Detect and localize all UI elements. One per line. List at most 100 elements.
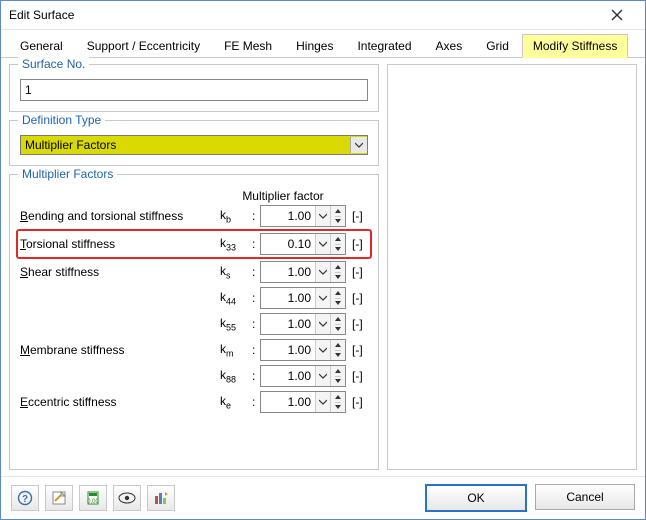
- group-surface-no: Surface No.: [9, 64, 379, 112]
- left-column: Surface No. Definition Type Multiplier F…: [9, 64, 379, 470]
- factor-input[interactable]: 0.10: [260, 233, 346, 255]
- group-legend: Multiplier Factors: [18, 167, 117, 181]
- factor-unit: [-]: [352, 209, 363, 223]
- factor-value: 0.10: [261, 237, 315, 251]
- tab-hinges[interactable]: Hinges: [285, 34, 344, 57]
- anim-button[interactable]: [147, 485, 175, 511]
- factor-unit: [-]: [352, 395, 363, 409]
- chevron-down-icon: [350, 137, 367, 153]
- factor-input[interactable]: 1.00: [260, 261, 346, 283]
- factor-symbol: kb: [220, 208, 252, 224]
- close-icon: [611, 9, 623, 21]
- factor-input[interactable]: 1.00: [260, 287, 346, 309]
- chevron-down-icon[interactable]: [315, 288, 330, 308]
- titlebar: Edit Surface: [1, 1, 645, 30]
- factor-label: Eccentric stiffness: [20, 395, 220, 409]
- chevron-down-icon[interactable]: [315, 234, 330, 254]
- chevron-down-icon[interactable]: [315, 206, 330, 226]
- factor-value: 1.00: [261, 291, 315, 305]
- group-legend: Definition Type: [18, 113, 105, 127]
- tab-grid[interactable]: Grid: [475, 34, 520, 57]
- factor-symbol: k33: [220, 236, 252, 252]
- factor-symbol: k44: [220, 290, 252, 306]
- factor-row: Torsional stiffnessk33:0.10[-]: [16, 229, 372, 259]
- spinner-icon[interactable]: [330, 392, 345, 412]
- definition-type-value: Multiplier Factors: [25, 138, 116, 152]
- chevron-down-icon[interactable]: [315, 262, 330, 282]
- factor-unit: [-]: [352, 291, 363, 305]
- view-button[interactable]: [113, 485, 141, 511]
- factor-input[interactable]: 1.00: [260, 339, 346, 361]
- factor-unit: [-]: [352, 369, 363, 383]
- dialog-window: Edit Surface GeneralSupport / Eccentrici…: [0, 0, 646, 520]
- factor-label: Shear stiffness: [20, 265, 220, 279]
- factor-symbol: ks: [220, 264, 252, 280]
- factor-unit: [-]: [352, 265, 363, 279]
- factor-row: k88:1.00[-]: [20, 363, 368, 389]
- definition-type-select[interactable]: Multiplier Factors: [20, 135, 368, 155]
- chevron-down-icon[interactable]: [315, 392, 330, 412]
- factor-value: 1.00: [261, 209, 315, 223]
- spinner-icon[interactable]: [330, 340, 345, 360]
- chevron-down-icon[interactable]: [315, 340, 330, 360]
- factor-input[interactable]: 1.00: [260, 365, 346, 387]
- footer-toolbar: ? 0.00: [11, 485, 175, 511]
- factor-label: Membrane stiffness: [20, 343, 220, 357]
- note-button[interactable]: [45, 485, 73, 511]
- factor-label: Bending and torsional stiffness: [20, 209, 220, 223]
- factor-row: Eccentric stiffnesske:1.00[-]: [20, 389, 368, 415]
- factor-input[interactable]: 1.00: [260, 391, 346, 413]
- factor-value: 1.00: [261, 395, 315, 409]
- factor-row: Shear stiffnessks:1.00[-]: [20, 259, 368, 285]
- tab-integrated[interactable]: Integrated: [346, 34, 422, 57]
- dialog-body: Surface No. Definition Type Multiplier F…: [1, 58, 645, 476]
- tab-bar: GeneralSupport / EccentricityFE MeshHing…: [1, 30, 645, 58]
- group-legend: Surface No.: [18, 57, 89, 71]
- tab-general[interactable]: General: [9, 34, 74, 57]
- factor-unit: [-]: [352, 317, 363, 331]
- spinner-icon[interactable]: [330, 288, 345, 308]
- spinner-icon[interactable]: [330, 262, 345, 282]
- factor-row: Bending and torsional stiffnesskb:1.00[-…: [20, 203, 368, 229]
- factor-column-header: Multiplier factor: [238, 189, 328, 203]
- svg-text:0.00: 0.00: [87, 499, 99, 505]
- factor-value: 1.00: [261, 369, 315, 383]
- dialog-footer: ? 0.00 OK Cancel: [1, 476, 645, 519]
- note-icon: [51, 490, 67, 506]
- calc-icon: 0.00: [85, 490, 101, 506]
- group-multiplier-factors: Multiplier Factors Multiplier factor Ben…: [9, 174, 379, 470]
- tab-modify-stiffness[interactable]: Modify Stiffness: [522, 34, 628, 58]
- chevron-down-icon[interactable]: [315, 314, 330, 334]
- tab-fe-mesh[interactable]: FE Mesh: [213, 34, 283, 57]
- svg-text:?: ?: [22, 494, 28, 505]
- factor-value: 1.00: [261, 317, 315, 331]
- close-button[interactable]: [597, 1, 637, 29]
- help-icon: ?: [17, 490, 33, 506]
- factor-value: 1.00: [261, 343, 315, 357]
- chevron-down-icon[interactable]: [315, 366, 330, 386]
- factor-input[interactable]: 1.00: [260, 313, 346, 335]
- window-title: Edit Surface: [9, 1, 74, 29]
- calc-button[interactable]: 0.00: [79, 485, 107, 511]
- spinner-icon[interactable]: [330, 366, 345, 386]
- spinner-icon[interactable]: [330, 206, 345, 226]
- factor-unit: [-]: [352, 343, 363, 357]
- ok-button[interactable]: OK: [425, 484, 527, 512]
- factor-unit: [-]: [352, 237, 363, 251]
- surface-no-input[interactable]: [20, 79, 368, 101]
- cancel-button[interactable]: Cancel: [535, 484, 635, 510]
- group-definition-type: Definition Type Multiplier Factors: [9, 120, 379, 166]
- help-button[interactable]: ?: [11, 485, 39, 511]
- factor-symbol: k88: [220, 368, 252, 384]
- factor-row: Membrane stiffnesskm:1.00[-]: [20, 337, 368, 363]
- spinner-icon[interactable]: [330, 314, 345, 334]
- spinner-icon[interactable]: [330, 234, 345, 254]
- factor-row: k55:1.00[-]: [20, 311, 368, 337]
- tab-axes[interactable]: Axes: [425, 34, 474, 57]
- tab-support-eccentricity[interactable]: Support / Eccentricity: [76, 34, 211, 57]
- factor-symbol: km: [220, 342, 252, 358]
- factor-symbol: k55: [220, 316, 252, 332]
- factor-input[interactable]: 1.00: [260, 205, 346, 227]
- factor-label: Torsional stiffness: [20, 237, 220, 251]
- factor-symbol: ke: [220, 394, 252, 410]
